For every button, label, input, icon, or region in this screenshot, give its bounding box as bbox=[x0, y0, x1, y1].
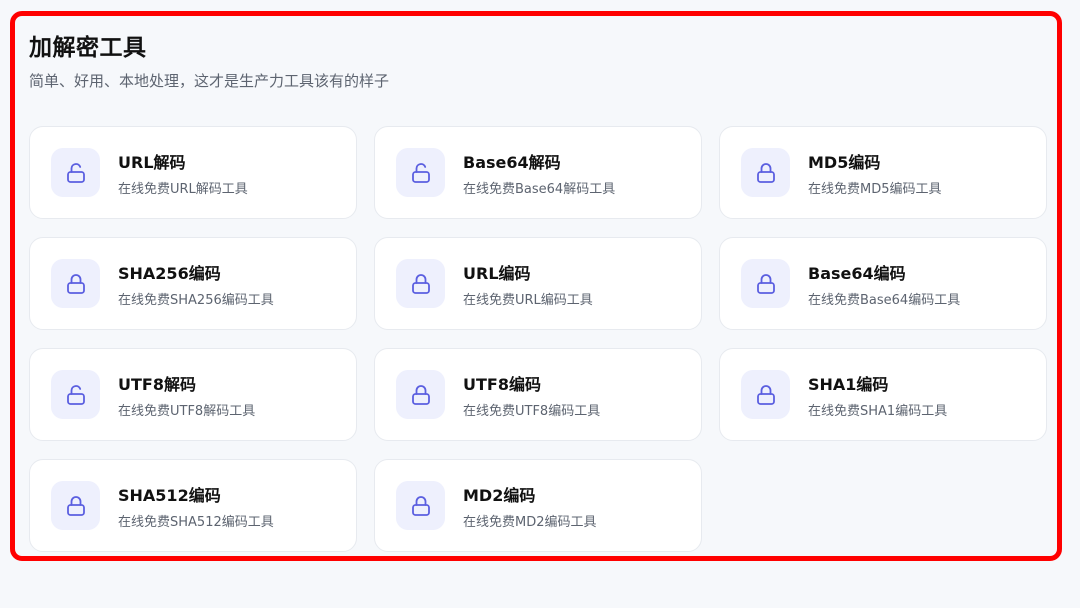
tool-card-url-encode[interactable]: URL编码 在线免费URL编码工具 bbox=[374, 237, 702, 330]
tool-card-md2-encode[interactable]: MD2编码 在线免费MD2编码工具 bbox=[374, 459, 702, 552]
tool-card-description: 在线免费SHA256编码工具 bbox=[118, 293, 274, 308]
tool-card-sha512-encode[interactable]: SHA512编码 在线免费SHA512编码工具 bbox=[29, 459, 357, 552]
tool-card-description: 在线免费MD2编码工具 bbox=[463, 515, 597, 530]
tool-card-title: SHA1编码 bbox=[808, 375, 889, 394]
tool-card-url-decode[interactable]: URL解码 在线免费URL解码工具 bbox=[29, 126, 357, 219]
tool-card-title: SHA256编码 bbox=[118, 264, 221, 283]
lock-icon bbox=[51, 481, 100, 530]
tool-card-title: Base64解码 bbox=[463, 153, 561, 172]
page-title: 加解密工具 bbox=[29, 35, 147, 61]
tool-card-title: MD2编码 bbox=[463, 486, 536, 505]
tool-card-title: SHA512编码 bbox=[118, 486, 221, 505]
tool-card-description: 在线免费Base64解码工具 bbox=[463, 182, 616, 197]
tool-card-description: 在线免费MD5编码工具 bbox=[808, 182, 942, 197]
tool-card-title: Base64编码 bbox=[808, 264, 906, 283]
tool-card-base64-encode[interactable]: Base64编码 在线免费Base64编码工具 bbox=[719, 237, 1047, 330]
tool-card-md5-encode[interactable]: MD5编码 在线免费MD5编码工具 bbox=[719, 126, 1047, 219]
lock-icon bbox=[741, 259, 790, 308]
unlock-icon bbox=[396, 148, 445, 197]
tool-card-description: 在线免费SHA1编码工具 bbox=[808, 404, 948, 419]
page-subtitle: 简单、好用、本地处理，这才是生产力工具该有的样子 bbox=[29, 72, 390, 90]
tool-grid: URL解码 在线免费URL解码工具 Base64解码 在线免费Base64解码工… bbox=[29, 126, 1047, 552]
lock-icon bbox=[741, 148, 790, 197]
tool-card-sha1-encode[interactable]: SHA1编码 在线免费SHA1编码工具 bbox=[719, 348, 1047, 441]
lock-icon bbox=[741, 370, 790, 419]
lock-icon bbox=[51, 259, 100, 308]
tool-card-title: UTF8编码 bbox=[463, 375, 541, 394]
tool-card-utf8-decode[interactable]: UTF8解码 在线免费UTF8解码工具 bbox=[29, 348, 357, 441]
tool-card-description: 在线免费Base64编码工具 bbox=[808, 293, 961, 308]
tool-card-title: URL编码 bbox=[463, 264, 531, 283]
tool-card-utf8-encode[interactable]: UTF8编码 在线免费UTF8编码工具 bbox=[374, 348, 702, 441]
tool-card-description: 在线免费SHA512编码工具 bbox=[118, 515, 274, 530]
tool-card-description: 在线免费URL编码工具 bbox=[463, 293, 593, 308]
tool-card-description: 在线免费URL解码工具 bbox=[118, 182, 248, 197]
tool-card-base64-decode[interactable]: Base64解码 在线免费Base64解码工具 bbox=[374, 126, 702, 219]
tool-card-description: 在线免费UTF8解码工具 bbox=[118, 404, 256, 419]
tool-card-title: URL解码 bbox=[118, 153, 186, 172]
tool-card-title: MD5编码 bbox=[808, 153, 881, 172]
tool-card-title: UTF8解码 bbox=[118, 375, 196, 394]
lock-icon bbox=[396, 259, 445, 308]
unlock-icon bbox=[51, 148, 100, 197]
lock-icon bbox=[396, 370, 445, 419]
tool-card-description: 在线免费UTF8编码工具 bbox=[463, 404, 601, 419]
lock-icon bbox=[396, 481, 445, 530]
unlock-icon bbox=[51, 370, 100, 419]
tool-card-sha256-encode[interactable]: SHA256编码 在线免费SHA256编码工具 bbox=[29, 237, 357, 330]
